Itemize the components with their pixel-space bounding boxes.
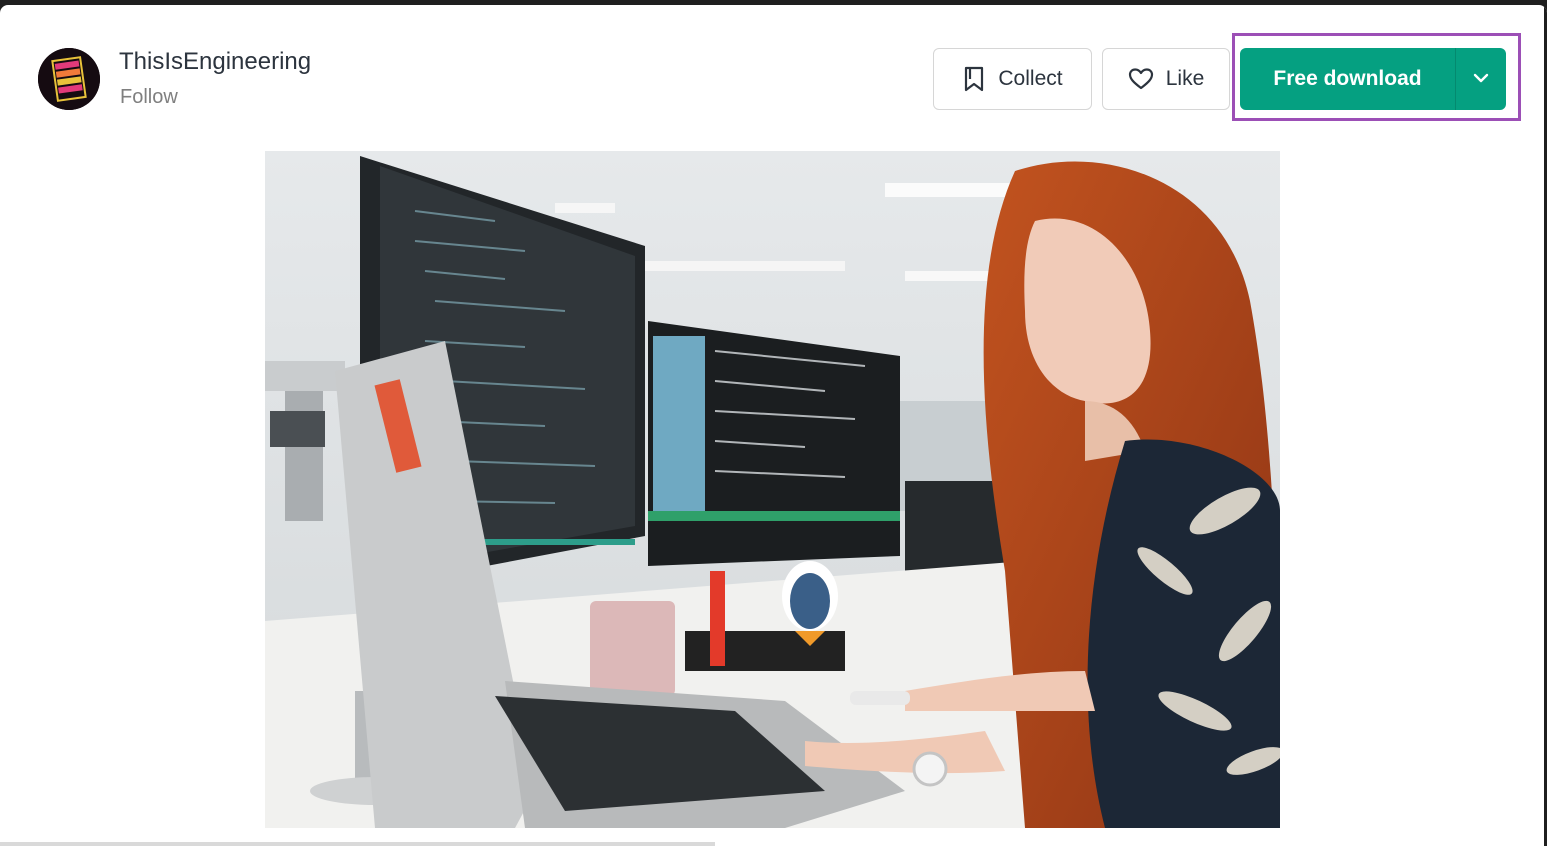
photo-header: ThisIsEngineering Follow Collect Like Fr…: [0, 5, 1547, 145]
author-avatar[interactable]: [38, 48, 100, 110]
download-button-group: Free download: [1240, 48, 1506, 110]
photo-image: [265, 151, 1280, 828]
main-photo[interactable]: [265, 151, 1280, 828]
bookmark-icon: [962, 65, 986, 93]
avatar-logo-icon: [38, 48, 100, 110]
like-label: Like: [1165, 67, 1205, 90]
like-button[interactable]: Like: [1102, 48, 1230, 110]
chevron-down-icon: [1473, 70, 1489, 88]
heart-icon: [1128, 67, 1154, 91]
download-options-button[interactable]: [1456, 48, 1506, 110]
scroll-progress-bar: [0, 842, 715, 846]
free-download-button[interactable]: Free download: [1240, 48, 1455, 110]
photo-page: ThisIsEngineering Follow Collect Like Fr…: [0, 5, 1547, 846]
follow-link[interactable]: Follow: [120, 86, 178, 109]
author-name[interactable]: ThisIsEngineering: [119, 48, 311, 76]
collect-button[interactable]: Collect: [933, 48, 1092, 110]
collect-label: Collect: [998, 67, 1063, 90]
